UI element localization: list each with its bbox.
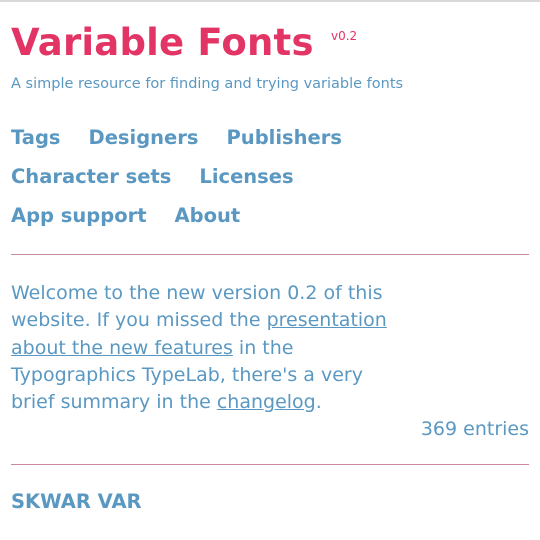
- divider: [11, 254, 529, 255]
- nav-link-about[interactable]: About: [175, 204, 241, 227]
- entries-count: 369 entries: [420, 418, 529, 440]
- nav-link-licenses[interactable]: Licenses: [199, 165, 293, 188]
- font-entry-title[interactable]: SKWAR VAR: [11, 489, 142, 515]
- nav-link-publishers[interactable]: Publishers: [227, 126, 342, 149]
- nav-row: Character sets Licenses: [11, 157, 531, 196]
- site-tagline: A simple resource for finding and trying…: [11, 76, 404, 92]
- nav-link-character-sets[interactable]: Character sets: [11, 165, 171, 188]
- site-title[interactable]: Variable Fonts: [11, 20, 314, 66]
- nav-link-designers[interactable]: Designers: [89, 126, 199, 149]
- changelog-link[interactable]: changelog: [217, 391, 316, 413]
- nav-link-app-support[interactable]: App support: [11, 204, 147, 227]
- nav-row: Tags Designers Publishers: [11, 118, 531, 157]
- main-nav: Tags Designers Publishers Character sets…: [11, 118, 531, 235]
- version-badge: v0.2: [331, 29, 358, 43]
- nav-row: App support About: [11, 196, 531, 235]
- nav-link-tags[interactable]: Tags: [11, 126, 61, 149]
- top-edge-shadow: [0, 0, 540, 2]
- welcome-message: Welcome to the new version 0.2 of this w…: [11, 280, 403, 416]
- divider: [11, 464, 529, 465]
- welcome-text: .: [315, 391, 322, 414]
